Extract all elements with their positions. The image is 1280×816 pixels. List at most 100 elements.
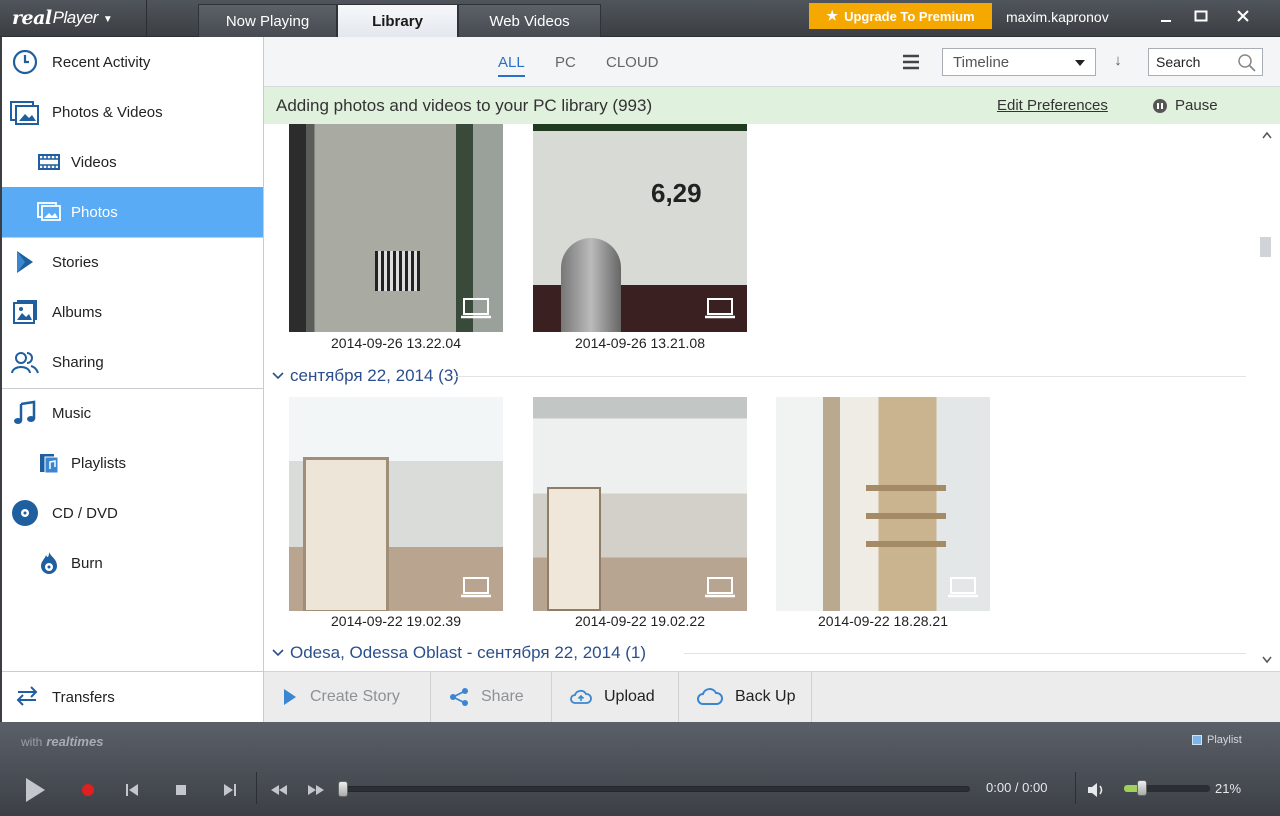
upload-button[interactable]: Upload <box>552 672 679 722</box>
view-menu-icon[interactable] <box>900 51 922 73</box>
sidebar-item-label: Stories <box>52 253 99 271</box>
photo-caption: 2014-09-22 19.02.22 <box>575 613 705 629</box>
tab-now-playing[interactable]: Now Playing <box>198 4 337 37</box>
photos-videos-icon <box>10 97 40 127</box>
sidebar-item-cd-dvd[interactable]: CD / DVD <box>2 488 263 538</box>
stop-button[interactable] <box>171 780 191 800</box>
fast-forward-button[interactable] <box>305 780 327 800</box>
back-up-label: Back Up <box>735 688 796 705</box>
pc-device-icon <box>461 576 491 601</box>
search-input[interactable]: Search <box>1148 48 1263 76</box>
seek-bar[interactable] <box>338 781 970 797</box>
filter-all[interactable]: ALL <box>498 54 525 77</box>
sort-dropdown[interactable]: Timeline <box>942 48 1096 76</box>
filter-pc[interactable]: PC <box>555 54 576 71</box>
play-button[interactable] <box>20 774 50 806</box>
tab-web-videos[interactable]: Web Videos <box>458 4 601 37</box>
fast-forward-icon <box>308 785 324 795</box>
seek-handle[interactable] <box>338 781 348 797</box>
sidebar-item-playlists[interactable]: Playlists <box>2 438 263 488</box>
share-icon <box>449 687 469 707</box>
rewind-button[interactable] <box>268 780 290 800</box>
realtimes-logo: realtimes <box>46 734 104 749</box>
vertical-scrollbar[interactable] <box>1254 124 1280 671</box>
album-icon <box>10 297 40 327</box>
back-up-button[interactable]: Back Up <box>679 672 812 722</box>
record-button[interactable] <box>78 780 98 800</box>
location-group-header[interactable]: Odesa, Odessa Oblast - сентября 22, 2014… <box>272 643 646 663</box>
sidebar-item-label: Burn <box>71 554 103 572</box>
pc-device-icon <box>705 576 735 601</box>
sidebar-item-stories[interactable]: Stories <box>2 237 263 287</box>
pc-device-icon <box>461 297 491 322</box>
photo-thumbnail[interactable] <box>776 397 990 611</box>
create-story-button[interactable]: Create Story <box>264 672 431 722</box>
scrollbar-thumb[interactable] <box>1260 237 1271 257</box>
scroll-down-icon[interactable] <box>1262 655 1272 667</box>
upgrade-button[interactable]: ★ Upgrade To Premium <box>809 3 992 29</box>
realtimes-branding: with realtimes <box>21 734 103 749</box>
tab-library[interactable]: Library <box>337 4 458 37</box>
volume-handle[interactable] <box>1137 780 1148 796</box>
sidebar-item-label: Music <box>52 404 92 422</box>
music-note-icon <box>10 398 40 428</box>
upgrade-label: Upgrade To Premium <box>844 8 975 24</box>
people-icon <box>10 347 40 377</box>
sidebar-item-label: Photos <box>71 203 118 221</box>
record-icon <box>82 784 94 796</box>
sidebar-item-videos[interactable]: Videos <box>2 137 263 187</box>
search-icon[interactable] <box>1237 53 1257 76</box>
transfer-arrows-icon <box>14 685 40 710</box>
sidebar-item-albums[interactable]: Albums <box>2 287 263 337</box>
upload-label: Upload <box>604 688 655 705</box>
pause-button[interactable]: Pause <box>1153 97 1218 114</box>
sidebar-item-music[interactable]: Music <box>2 388 263 438</box>
logo-player-text: Player <box>52 8 99 27</box>
previous-button[interactable] <box>122 780 142 800</box>
maximize-icon[interactable] <box>1189 6 1213 26</box>
sidebar-item-burn[interactable]: Burn <box>2 538 263 588</box>
sidebar-item-photos-videos[interactable]: Photos & Videos <box>2 87 263 137</box>
filter-cloud[interactable]: CLOUD <box>606 54 659 71</box>
chevron-down-icon <box>272 369 284 384</box>
minimize-icon[interactable] <box>1154 6 1178 26</box>
library-toolbar: ALL PC CLOUD Timeline ↓ Search <box>264 37 1280 87</box>
chevron-down-icon: ▼ <box>102 14 113 25</box>
close-icon[interactable] <box>1231 6 1255 26</box>
sidebar-item-sharing[interactable]: Sharing <box>2 337 263 387</box>
pause-icon <box>1153 98 1167 113</box>
title-bar: real Player ▼ Now Playing Library Web Vi… <box>0 0 1280 37</box>
photo-thumbnail[interactable] <box>533 124 747 332</box>
photo-thumbnail[interactable] <box>289 397 503 611</box>
scroll-up-icon[interactable] <box>1262 130 1272 142</box>
group-title: Odesa, Odessa Oblast - сентября 22, 2014… <box>290 643 647 662</box>
sidebar-item-label: Videos <box>71 153 117 171</box>
stories-icon <box>282 688 298 706</box>
edit-preferences-link[interactable]: Edit Preferences <box>997 97 1108 114</box>
sidebar-item-label: Albums <box>52 303 103 321</box>
divider <box>454 376 1246 377</box>
photo-caption: 2014-09-26 13.22.04 <box>331 335 461 351</box>
sidebar-item-recent-activity[interactable]: Recent Activity <box>2 37 263 87</box>
mute-button[interactable] <box>1084 779 1108 801</box>
share-button[interactable]: Share <box>431 672 552 722</box>
date-group-header[interactable]: сентября 22, 2014 (3) <box>272 366 459 386</box>
sidebar-item-label: Recent Activity <box>52 53 151 71</box>
chevron-down-icon <box>272 646 284 661</box>
playlist-toggle-button[interactable]: Playlist <box>1192 734 1242 746</box>
star-icon: ★ <box>826 8 839 23</box>
volume-percent: 21% <box>1215 781 1242 796</box>
photo-thumbnail[interactable] <box>289 124 503 332</box>
playlist-icon <box>1192 735 1202 745</box>
photo-caption: 2014-09-22 19.02.39 <box>331 613 461 629</box>
disc-icon <box>10 498 40 528</box>
transfers-button[interactable]: Transfers <box>2 671 263 722</box>
photo-thumbnail[interactable] <box>533 397 747 611</box>
username[interactable]: maxim.kapronov <box>1006 9 1109 25</box>
next-button[interactable] <box>220 780 240 800</box>
volume-slider[interactable] <box>1124 780 1210 796</box>
pc-device-icon <box>705 297 735 322</box>
sort-direction-icon[interactable]: ↓ <box>1110 52 1126 72</box>
sidebar-item-photos[interactable]: Photos <box>2 187 263 237</box>
realplayer-menu-button[interactable]: real Player ▼ <box>12 6 113 30</box>
